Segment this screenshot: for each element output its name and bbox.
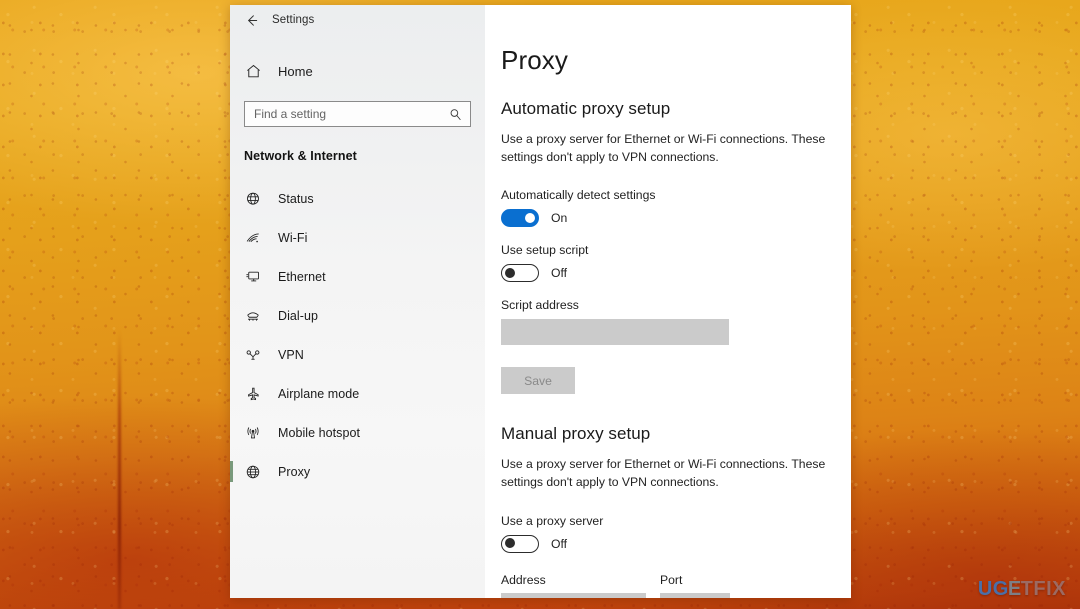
port-label: Port	[660, 572, 683, 587]
sidebar-item-home[interactable]: Home	[230, 53, 485, 89]
automatic-proxy-description: Use a proxy server for Ethernet or Wi-Fi…	[501, 132, 826, 164]
auto-detect-state: On	[551, 211, 568, 226]
wifi-icon	[244, 229, 262, 247]
manual-proxy-heading: Manual proxy setup	[501, 424, 651, 444]
search-input[interactable]	[254, 107, 449, 121]
vpn-icon	[244, 346, 262, 364]
page-title: Proxy	[501, 45, 568, 75]
sidebar-item-proxy-label: Proxy	[278, 464, 311, 479]
sidebar-item-airplane-mode[interactable]: Airplane mode	[230, 374, 485, 413]
watermark: UG E TFIX	[978, 578, 1066, 601]
desktop-background: Settings Home Find a setting Network & I…	[0, 0, 1080, 609]
setup-script-toggle[interactable]	[501, 264, 539, 283]
sidebar-item-home-label: Home	[278, 63, 313, 79]
setup-script-label: Use setup script	[501, 243, 589, 258]
sidebar-item-mobile-hotspot-label: Mobile hotspot	[278, 425, 360, 440]
dialup-icon	[244, 307, 262, 325]
sidebar-item-status[interactable]: Status	[230, 179, 485, 218]
sidebar-item-dialup[interactable]: Dial-up	[230, 296, 485, 335]
settings-content-pane: Proxy Automatic proxy setup Use a proxy …	[485, 5, 851, 598]
proxy-globe-icon	[244, 463, 262, 481]
sidebar-item-ethernet-label: Ethernet	[278, 269, 326, 284]
auto-detect-toggle-row: On	[501, 209, 851, 228]
ethernet-icon	[244, 268, 262, 286]
address-input[interactable]	[501, 592, 646, 598]
home-icon	[244, 62, 262, 80]
sidebar-item-vpn-label: VPN	[278, 347, 304, 362]
sidebar-item-airplane-mode-label: Airplane mode	[278, 386, 360, 401]
automatic-proxy-heading: Automatic proxy setup	[501, 99, 671, 118]
sidebar-item-wifi[interactable]: Wi-Fi	[230, 218, 485, 257]
setup-script-state: Off	[551, 266, 568, 281]
sidebar-item-vpn[interactable]: VPN	[230, 335, 485, 374]
port-field-group: Port	[660, 573, 730, 598]
sidebar-item-ethernet[interactable]: Ethernet	[230, 257, 485, 296]
sidebar-item-wifi-label: Wi-Fi	[278, 230, 308, 245]
use-proxy-server-toggle-row: Off	[501, 534, 851, 553]
settings-window: Settings Home Find a setting Network & I…	[230, 5, 851, 598]
search-box[interactable]	[244, 101, 471, 127]
watermark-part3: TFIX	[1020, 578, 1066, 600]
app-title: Settings	[272, 14, 315, 26]
use-proxy-server-toggle[interactable]	[501, 534, 539, 553]
window-titlebar: Settings	[230, 5, 485, 35]
use-proxy-server-state: Off	[551, 536, 568, 551]
search-icon[interactable]	[449, 107, 463, 121]
address-port-row: Address Port	[501, 573, 851, 598]
save-button[interactable]: Save	[501, 367, 575, 395]
sidebar-nav-list: Status Wi-Fi Ethernet Dial-up VPN Airpla…	[230, 179, 485, 491]
background-streak	[118, 330, 121, 609]
back-arrow-icon[interactable]	[240, 9, 262, 31]
auto-detect-toggle[interactable]	[501, 209, 539, 228]
auto-detect-label: Automatically detect settings	[501, 188, 656, 203]
sidebar-category-title: Network & Internet	[244, 149, 357, 163]
hotspot-icon	[244, 424, 262, 442]
airplane-icon	[244, 385, 262, 403]
settings-sidebar: Settings Home Find a setting Network & I…	[230, 5, 485, 598]
sidebar-item-dialup-label: Dial-up	[278, 308, 318, 323]
script-address-input[interactable]	[501, 319, 729, 346]
manual-proxy-description: Use a proxy server for Ethernet or Wi-Fi…	[501, 457, 826, 490]
watermark-part2: E	[1007, 578, 1022, 600]
sidebar-item-mobile-hotspot[interactable]: Mobile hotspot	[230, 413, 485, 452]
use-proxy-server-label: Use a proxy server	[501, 513, 604, 528]
sidebar-item-proxy[interactable]: Proxy	[230, 452, 485, 491]
watermark-part1: UG	[977, 578, 1009, 600]
sidebar-item-status-label: Status	[278, 191, 314, 206]
address-label: Address	[501, 572, 546, 587]
port-input[interactable]	[660, 592, 730, 598]
setup-script-toggle-row: Off	[501, 264, 851, 283]
script-address-label: Script address	[501, 298, 579, 313]
globe-status-icon	[244, 190, 262, 208]
address-field-group: Address	[501, 573, 646, 598]
